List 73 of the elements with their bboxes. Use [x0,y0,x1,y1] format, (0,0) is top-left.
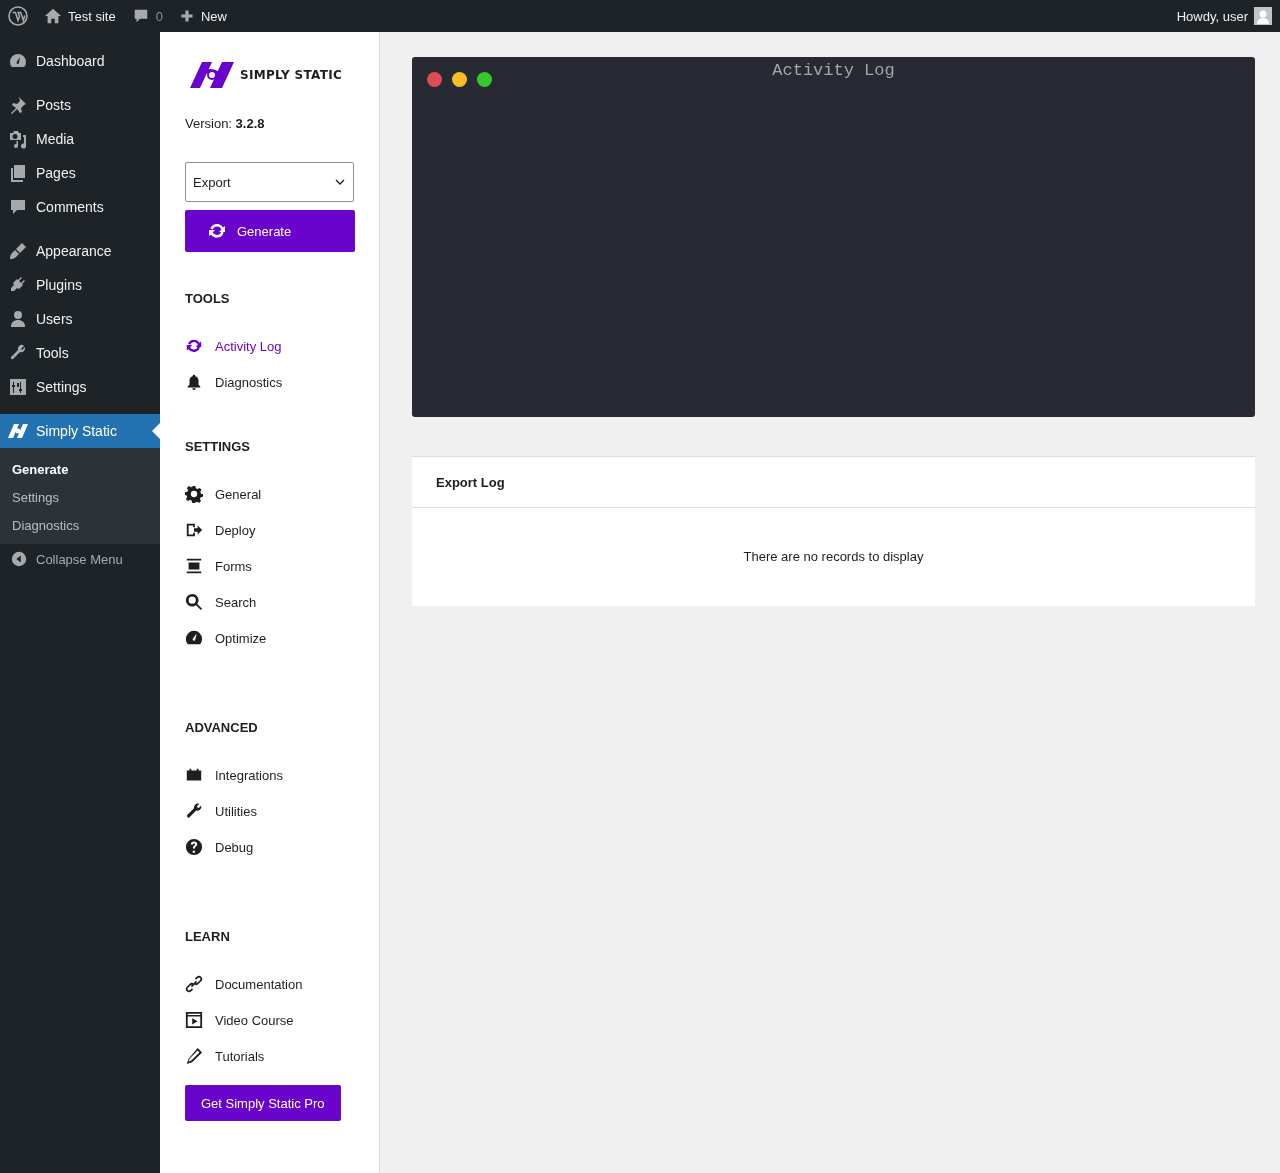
exit-arrow-icon [185,521,203,539]
generate-button[interactable]: Generate [185,210,355,252]
card-title: Export Log [412,457,1255,508]
logo-text: SIMPLY STATIC [240,68,343,82]
pages-icon [8,163,28,183]
menu-item[interactable]: Pages [0,156,160,190]
action-select[interactable]: Export [185,162,354,202]
camera-music-icon [8,129,28,149]
nav-link[interactable]: Diagnostics [185,364,354,400]
home-icon [44,7,62,25]
sync-icon [185,337,203,355]
comments-link[interactable]: 0 [123,0,171,32]
menu-item[interactable]: Simply Static [0,414,160,448]
nav-link[interactable]: Utilities [185,793,354,829]
submenu-item[interactable]: Settings [0,483,160,511]
menu-item[interactable]: Appearance [0,234,160,268]
version-text: Version: 3.2.8 [185,116,266,131]
account-menu[interactable]: Howdy, user [1176,7,1280,25]
submenu-item[interactable]: Diagnostics [0,511,160,539]
site-name-link[interactable]: Test site [36,0,124,32]
plus-icon [178,8,195,24]
pencil-icon [185,1047,203,1065]
nav-link[interactable]: Video Course [185,1002,354,1038]
person-icon [8,309,28,329]
nav-link[interactable]: Integrations [185,757,354,793]
maximize-dot-icon [477,72,492,87]
nav-link[interactable]: Search [185,584,354,620]
menu-item[interactable]: Plugins [0,268,160,302]
close-dot-icon [427,72,442,87]
collapse-icon [10,550,28,568]
terminal-title: Activity Log [772,61,895,81]
speech-bubble-icon [8,197,28,217]
menu-item[interactable]: Tools [0,336,160,370]
menu-item[interactable]: Dashboard [0,44,160,78]
greeting-text: Howdy, user [1176,8,1248,24]
link-icon [185,975,203,993]
bell-icon [185,373,203,391]
section-heading: ADVANCED [185,720,259,735]
form-icon [185,557,203,575]
nav-link[interactable]: Deploy [185,512,354,548]
comment-count: 0 [155,8,163,24]
submenu-item[interactable]: Generate [0,455,160,483]
menu-item[interactable]: Comments [0,190,160,224]
nav-link[interactable]: General [185,476,354,512]
search-icon [185,593,203,611]
nav-link[interactable]: Tutorials [185,1038,354,1074]
avatar-icon [1254,7,1272,25]
section-heading: TOOLS [185,291,231,306]
wordpress-logo-icon [8,6,28,26]
section-heading: LEARN [185,929,231,944]
section-heading: SETTINGS [185,439,251,454]
wrench-icon [185,802,203,820]
collapse-menu-button[interactable]: Collapse Menu [0,544,160,574]
minimize-dot-icon [452,72,467,87]
nav-link[interactable]: Forms [185,548,354,584]
video-frame-icon [185,1011,203,1029]
sliders-icon [8,377,28,397]
nav-link[interactable]: Optimize [185,620,354,656]
nav-link[interactable]: Debug [185,829,354,865]
menu-item[interactable]: Settings [0,370,160,404]
menu-item[interactable]: Media [0,122,160,156]
gauge-icon [185,629,203,647]
menu-item[interactable]: Users [0,302,160,336]
chevron-down-icon [335,177,345,187]
sync-icon [207,221,227,241]
menu-item[interactable]: Posts [0,88,160,122]
empty-message: There are no records to display [743,549,924,566]
paintbrush-icon [8,241,28,261]
settings-icon [185,485,203,503]
get-pro-button[interactable]: Get Simply Static Pro [185,1085,341,1121]
nav-link[interactable]: Activity Log [185,328,354,364]
new-content-link[interactable]: New [170,0,235,32]
nav-link[interactable]: Documentation [185,966,354,1002]
